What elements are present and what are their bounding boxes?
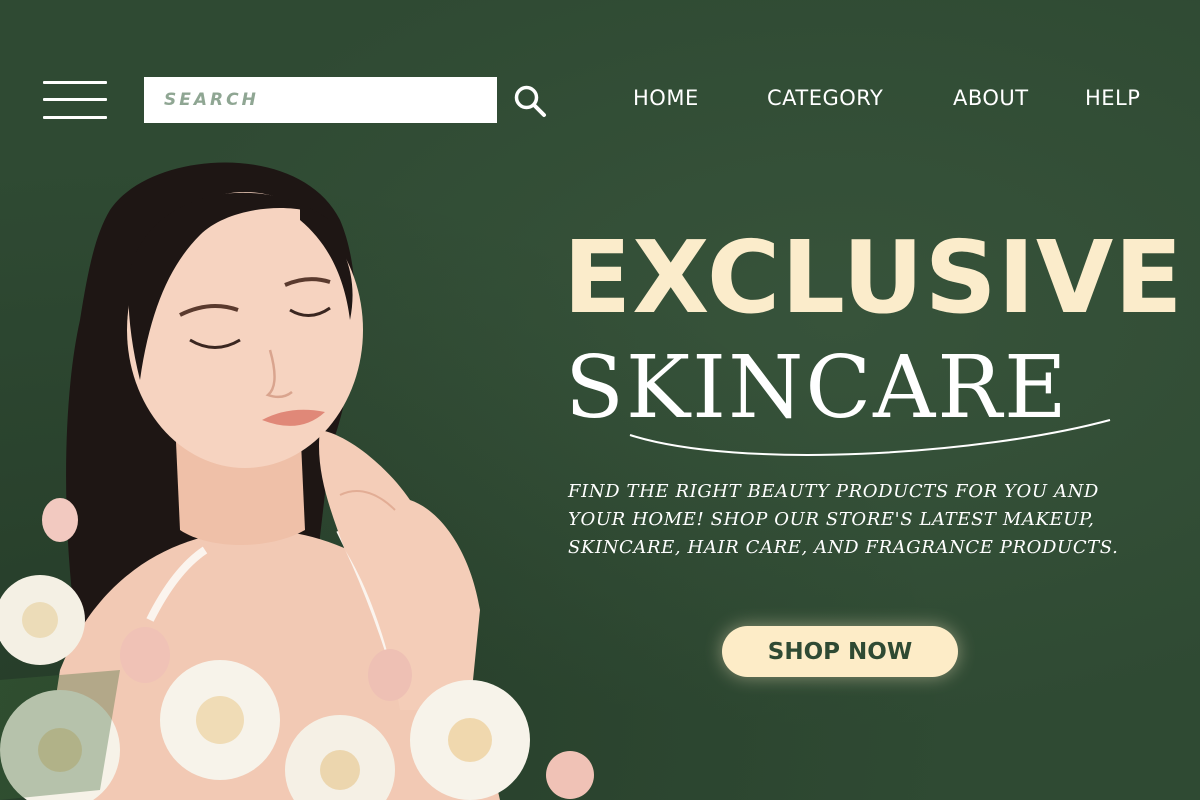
hero-description: FIND THE RIGHT BEAUTY PRODUCTS FOR YOU A… [568,481,1119,558]
hamburger-menu-icon[interactable] [43,80,107,120]
shop-now-button[interactable]: SHOP NOW [722,626,958,677]
nav-about-link[interactable]: ABOUT [953,86,1029,110]
hero-title: EXCLUSIVE [563,219,1184,336]
model-with-roses-image [0,162,594,800]
search-icon[interactable] [512,83,548,119]
nav-help-link[interactable]: HELP [1085,86,1140,110]
title-swash-ornament [629,419,1111,456]
nav-home-link[interactable]: HOME [633,86,699,110]
nav-category-link[interactable]: CATEGORY [767,86,883,110]
search-input[interactable] [144,77,497,123]
